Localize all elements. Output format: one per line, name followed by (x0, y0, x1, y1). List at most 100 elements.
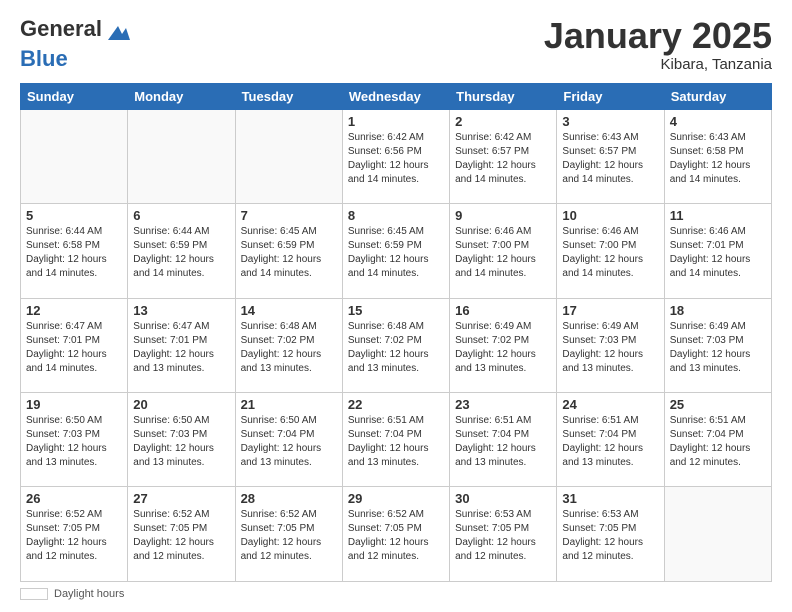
calendar-cell (21, 109, 128, 203)
day-info: Sunrise: 6:52 AM Sunset: 7:05 PM Dayligh… (26, 508, 122, 564)
day-info: Sunrise: 6:52 AM Sunset: 7:05 PM Dayligh… (348, 508, 444, 564)
calendar-cell: 21Sunrise: 6:50 AM Sunset: 7:04 PM Dayli… (235, 393, 342, 487)
title-block: January 2025 Kibara, Tanzania (544, 16, 772, 73)
calendar-cell (128, 109, 235, 203)
day-info: Sunrise: 6:45 AM Sunset: 6:59 PM Dayligh… (348, 225, 444, 281)
day-number: 14 (241, 303, 337, 318)
col-thursday: Thursday (450, 83, 557, 109)
day-number: 10 (562, 208, 658, 223)
calendar-cell: 23 Sunrise: 6:51 AM Sunset: 7:04 PM Dayli… (450, 393, 557, 487)
day-number: 5 (26, 208, 122, 223)
calendar-cell: 22Sunrise: 6:51 AM Sunset: 7:04 PM Dayli… (342, 393, 449, 487)
col-sunday: Sunday (21, 83, 128, 109)
calendar-cell: 26 Sunrise: 6:52 AM Sunset: 7:05 PM Dayli… (21, 487, 128, 582)
month-title: January 2025 (544, 16, 772, 56)
day-number: 18 (670, 303, 766, 318)
day-number: 4 (670, 114, 766, 129)
day-number: 1 (348, 114, 444, 129)
calendar-cell: 3Sunrise: 6:43 AM Sunset: 6:57 PM Daylig… (557, 109, 664, 203)
day-info: Sunrise: 6:42 AM Sunset: 6:56 PM Dayligh… (348, 131, 444, 187)
day-info: Sunrise: 6:43 AM Sunset: 6:58 PM Dayligh… (670, 131, 766, 187)
day-info: Sunrise: 6:49 AM Sunset: 7:03 PM Dayligh… (670, 320, 766, 376)
calendar-cell: 18 Sunrise: 6:49 AM Sunset: 7:03 PM Dayli… (664, 298, 771, 392)
calendar-week-row: 1 Sunrise: 6:42 AM Sunset: 6:56 PM Daylig… (21, 109, 772, 203)
day-number: 8 (348, 208, 444, 223)
footer: Daylight hours (20, 588, 772, 600)
calendar-cell (664, 487, 771, 582)
logo-general: General (20, 16, 102, 41)
col-wednesday: Wednesday (342, 83, 449, 109)
day-info: Sunrise: 6:47 AM Sunset: 7:01 PM Dayligh… (133, 320, 229, 376)
calendar-cell: 24Sunrise: 6:51 AM Sunset: 7:04 PM Dayli… (557, 393, 664, 487)
calendar-cell: 25 Sunrise: 6:51 AM Sunset: 7:04 PM Dayli… (664, 393, 771, 487)
day-info: Sunrise: 6:44 AM Sunset: 6:59 PM Dayligh… (133, 225, 229, 281)
calendar-cell: 14 Sunrise: 6:48 AM Sunset: 7:02 PM Dayli… (235, 298, 342, 392)
day-number: 3 (562, 114, 658, 129)
col-friday: Friday (557, 83, 664, 109)
day-info: Sunrise: 6:44 AM Sunset: 6:58 PM Dayligh… (26, 225, 122, 281)
day-info: Sunrise: 6:52 AM Sunset: 7:05 PM Dayligh… (133, 508, 229, 564)
day-info: Sunrise: 6:52 AM Sunset: 7:05 PM Dayligh… (241, 508, 337, 564)
day-info: Sunrise: 6:51 AM Sunset: 7:04 PM Dayligh… (348, 414, 444, 470)
day-info: Sunrise: 6:53 AM Sunset: 7:05 PM Dayligh… (562, 508, 658, 564)
day-info: Sunrise: 6:51 AM Sunset: 7:04 PM Dayligh… (455, 414, 551, 470)
location: Kibara, Tanzania (544, 56, 772, 73)
calendar-cell: 6 Sunrise: 6:44 AM Sunset: 6:59 PM Daylig… (128, 204, 235, 298)
day-number: 23 (455, 397, 551, 412)
day-info: Sunrise: 6:46 AM Sunset: 7:01 PM Dayligh… (670, 225, 766, 281)
calendar-week-row: 5 Sunrise: 6:44 AM Sunset: 6:58 PM Daylig… (21, 204, 772, 298)
day-number: 24 (562, 397, 658, 412)
calendar-cell: 5 Sunrise: 6:44 AM Sunset: 6:58 PM Daylig… (21, 204, 128, 298)
day-number: 9 (455, 208, 551, 223)
calendar-cell: 28 Sunrise: 6:52 AM Sunset: 7:05 PM Dayli… (235, 487, 342, 582)
logo-bird-icon (104, 18, 132, 46)
page: General Blue January 2025 Kibara, Tanzan… (0, 0, 792, 612)
calendar-week-row: 12 Sunrise: 6:47 AM Sunset: 7:01 PM Dayli… (21, 298, 772, 392)
calendar-cell: 31Sunrise: 6:53 AM Sunset: 7:05 PM Dayli… (557, 487, 664, 582)
calendar-week-row: 26 Sunrise: 6:52 AM Sunset: 7:05 PM Dayli… (21, 487, 772, 582)
daylight-label: Daylight hours (54, 588, 124, 600)
day-number: 26 (26, 491, 122, 506)
calendar-cell: 8 Sunrise: 6:45 AM Sunset: 6:59 PM Daylig… (342, 204, 449, 298)
day-info: Sunrise: 6:42 AM Sunset: 6:57 PM Dayligh… (455, 131, 551, 187)
calendar-cell: 11 Sunrise: 6:46 AM Sunset: 7:01 PM Dayli… (664, 204, 771, 298)
calendar-cell: 30 Sunrise: 6:53 AM Sunset: 7:05 PM Dayli… (450, 487, 557, 582)
day-number: 28 (241, 491, 337, 506)
calendar-cell: 7Sunrise: 6:45 AM Sunset: 6:59 PM Daylig… (235, 204, 342, 298)
col-tuesday: Tuesday (235, 83, 342, 109)
day-info: Sunrise: 6:51 AM Sunset: 7:04 PM Dayligh… (670, 414, 766, 470)
day-number: 11 (670, 208, 766, 223)
calendar-cell: 27 Sunrise: 6:52 AM Sunset: 7:05 PM Dayli… (128, 487, 235, 582)
day-info: Sunrise: 6:47 AM Sunset: 7:01 PM Dayligh… (26, 320, 122, 376)
day-number: 25 (670, 397, 766, 412)
weekday-header-row: Sunday Monday Tuesday Wednesday Thursday… (21, 83, 772, 109)
calendar-cell: 12 Sunrise: 6:47 AM Sunset: 7:01 PM Dayli… (21, 298, 128, 392)
day-number: 17 (562, 303, 658, 318)
calendar-cell: 13 Sunrise: 6:47 AM Sunset: 7:01 PM Dayli… (128, 298, 235, 392)
day-info: Sunrise: 6:50 AM Sunset: 7:03 PM Dayligh… (133, 414, 229, 470)
calendar-week-row: 19Sunrise: 6:50 AM Sunset: 7:03 PM Dayli… (21, 393, 772, 487)
calendar-cell: 9Sunrise: 6:46 AM Sunset: 7:00 PM Daylig… (450, 204, 557, 298)
col-saturday: Saturday (664, 83, 771, 109)
day-number: 29 (348, 491, 444, 506)
day-number: 13 (133, 303, 229, 318)
header: General Blue January 2025 Kibara, Tanzan… (20, 16, 772, 73)
calendar-cell: 1 Sunrise: 6:42 AM Sunset: 6:56 PM Daylig… (342, 109, 449, 203)
day-info: Sunrise: 6:46 AM Sunset: 7:00 PM Dayligh… (562, 225, 658, 281)
day-info: Sunrise: 6:45 AM Sunset: 6:59 PM Dayligh… (241, 225, 337, 281)
calendar-cell: 2 Sunrise: 6:42 AM Sunset: 6:57 PM Daylig… (450, 109, 557, 203)
day-number: 2 (455, 114, 551, 129)
logo-blue: Blue (20, 46, 132, 72)
calendar: Sunday Monday Tuesday Wednesday Thursday… (20, 83, 772, 582)
day-number: 30 (455, 491, 551, 506)
daylight-icon (20, 588, 48, 600)
day-number: 16 (455, 303, 551, 318)
day-number: 12 (26, 303, 122, 318)
calendar-cell: 20Sunrise: 6:50 AM Sunset: 7:03 PM Dayli… (128, 393, 235, 487)
day-number: 27 (133, 491, 229, 506)
calendar-cell: 4 Sunrise: 6:43 AM Sunset: 6:58 PM Daylig… (664, 109, 771, 203)
calendar-cell: 16Sunrise: 6:49 AM Sunset: 7:02 PM Dayli… (450, 298, 557, 392)
day-info: Sunrise: 6:48 AM Sunset: 7:02 PM Dayligh… (241, 320, 337, 376)
day-number: 6 (133, 208, 229, 223)
day-info: Sunrise: 6:53 AM Sunset: 7:05 PM Dayligh… (455, 508, 551, 564)
